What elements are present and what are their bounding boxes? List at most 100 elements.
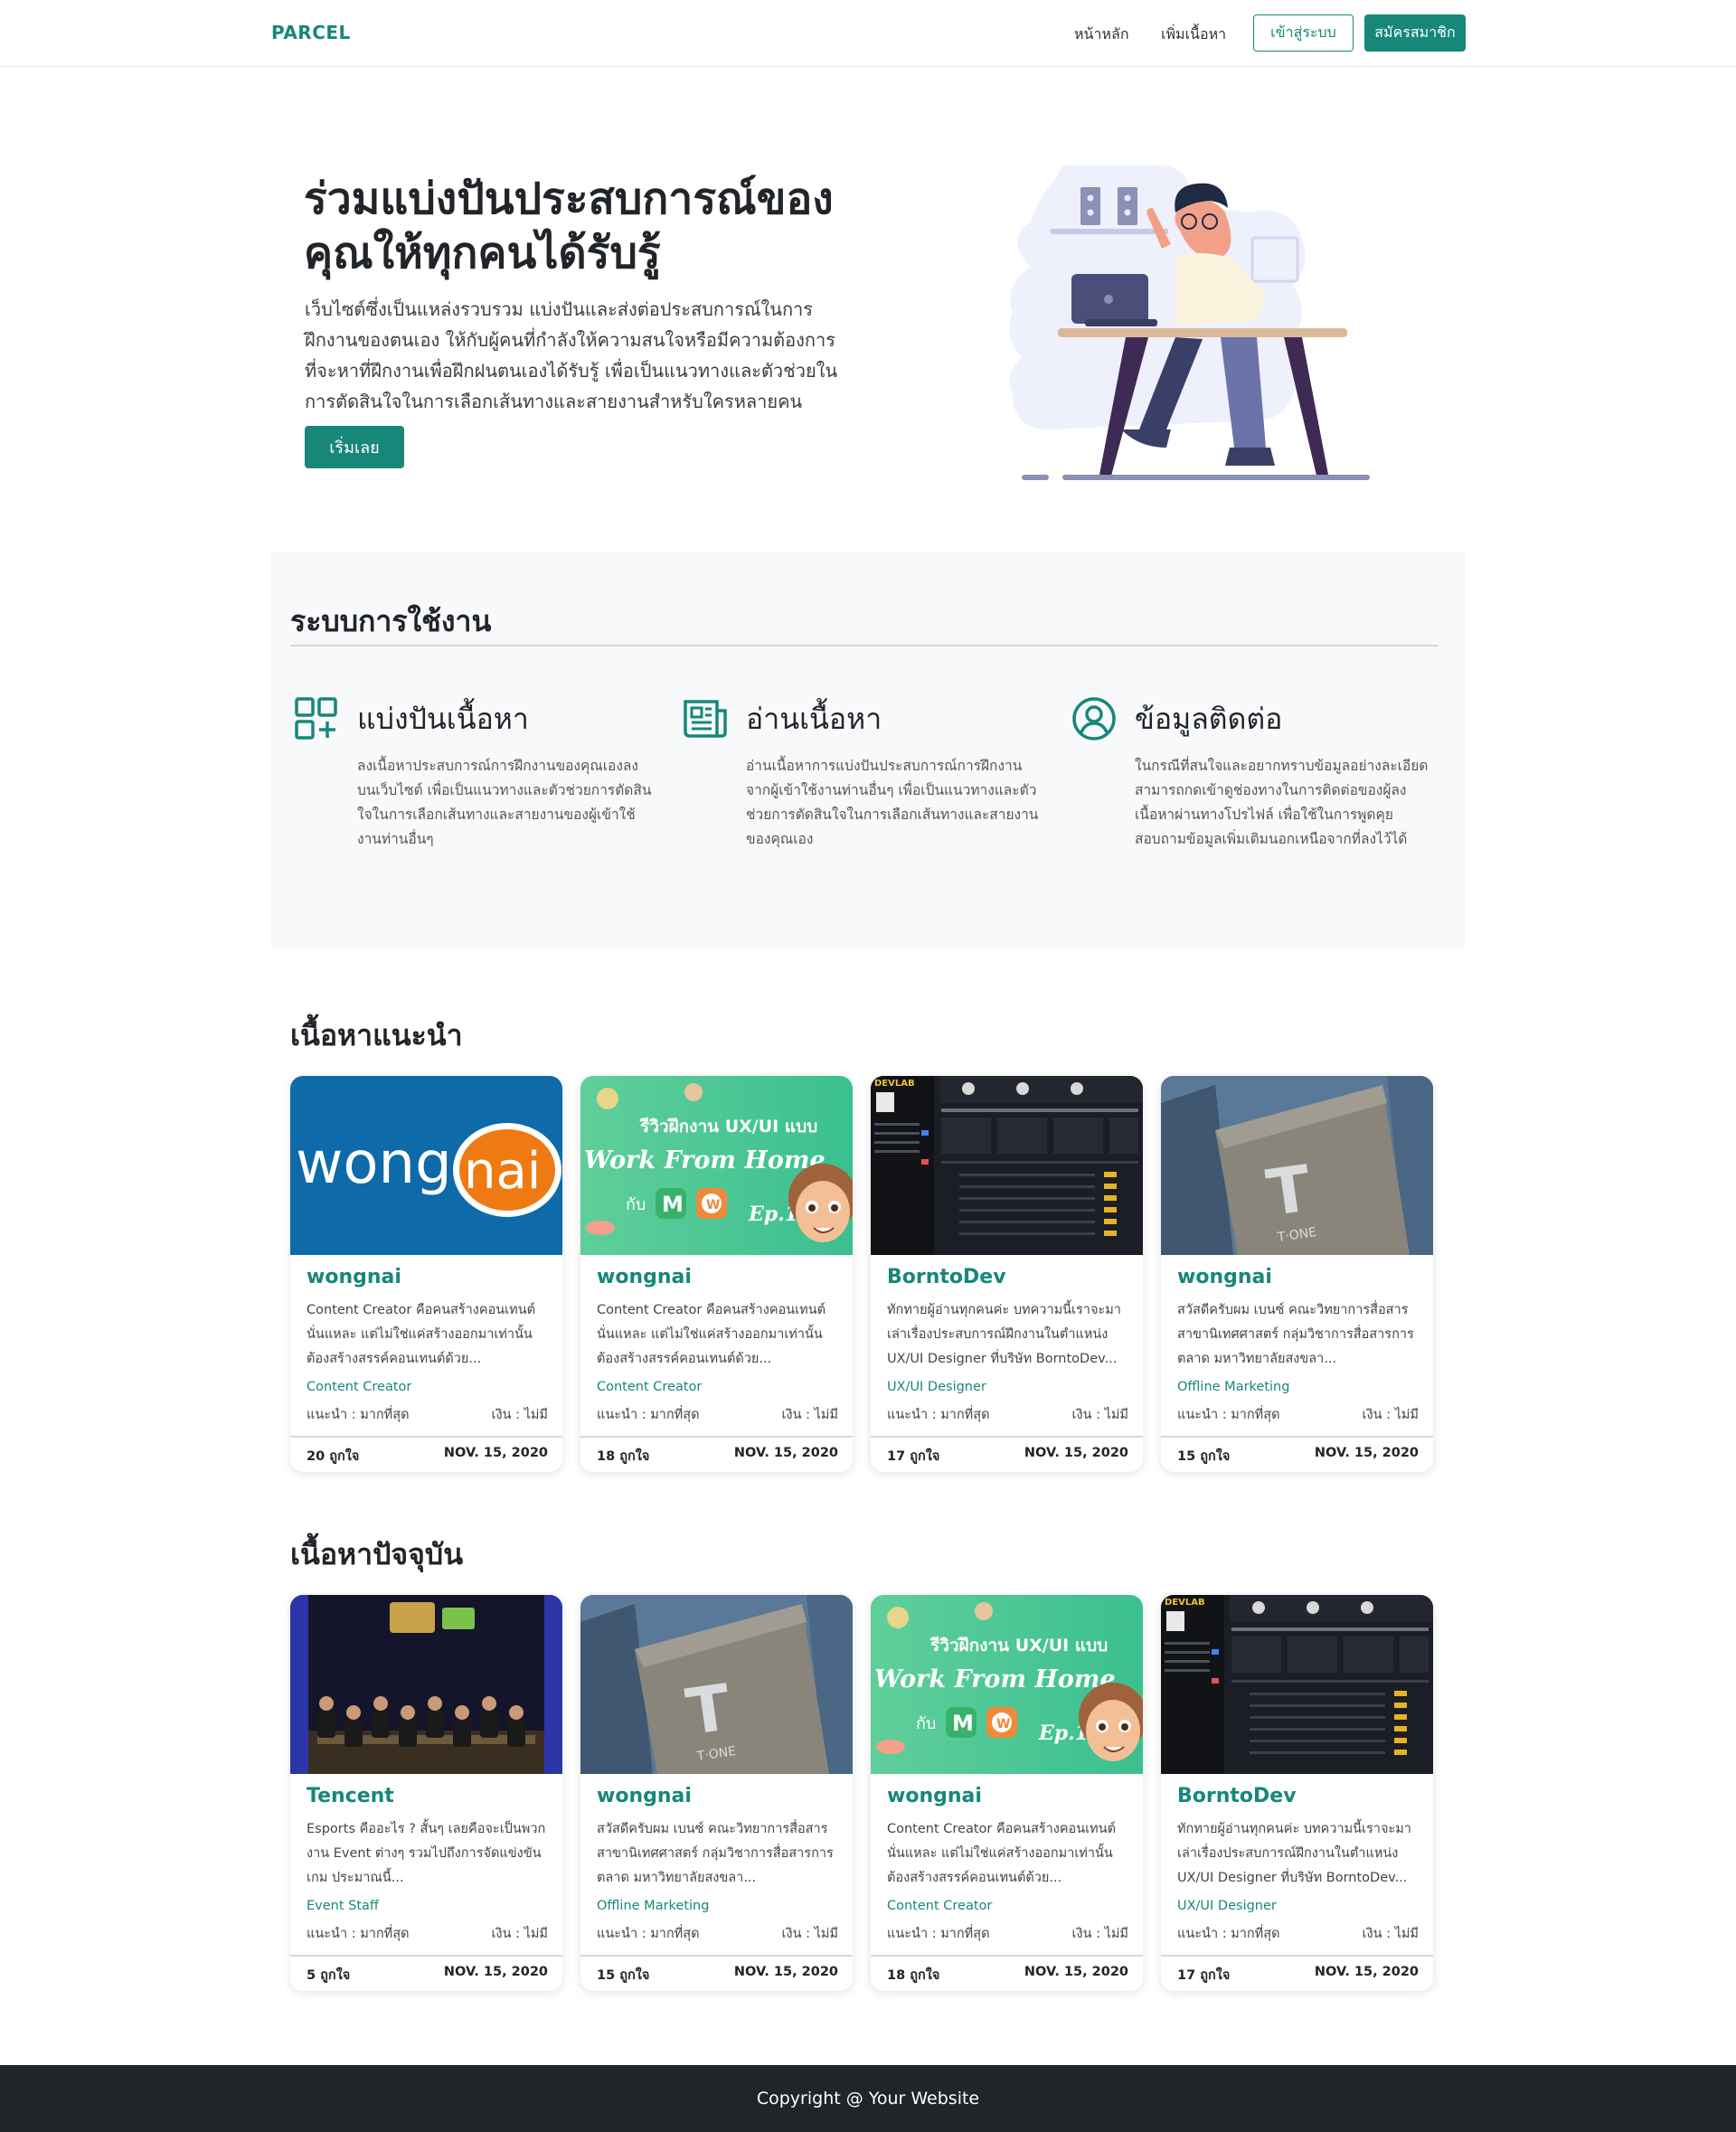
hero-title-line-2: คุณให้ทุกคนได้รับรู้ [304, 228, 661, 278]
svg-text:W: W [996, 1717, 1010, 1731]
feature-description: ลงเนื้อหาประสบการณ์การฝึกงานของคุณเองลงบ… [357, 758, 652, 847]
card-date: NOV. 15, 2020 [1024, 1965, 1128, 1979]
card-date: NOV. 15, 2020 [443, 1965, 548, 1979]
content-card[interactable]: DEVLAB BorntoDev ทักทายผู้อ่านทุกคนค่ะ บ… [871, 1076, 1143, 1472]
svg-text:รีวิวฝึกงาน UX/UI แบบ: รีวิวฝึกงาน UX/UI แบบ [639, 1117, 817, 1137]
content-card[interactable]: DEVLAB BorntoDev ทักทายผู้อ่านทุกคนค่ะ บ… [1161, 1595, 1433, 1991]
nav-link-add-content[interactable]: เพิ่มเนื้อหา [1161, 24, 1226, 46]
wongnai-logo-image: wong nai [290, 1076, 562, 1255]
card-company[interactable]: wongnai [597, 1785, 692, 1807]
card-recommend: แนะนำ : มากที่สุด [307, 1408, 410, 1422]
navbar: PARCEL หน้าหลัก เพิ่มเนื้อหา เข้าสู่ระบบ… [0, 0, 1736, 67]
tone-building-image: T T·ONE [1161, 1076, 1433, 1255]
card-thumbnail[interactable]: รีวิวฝึกงาน UX/UI แบบ Work From Home กับ… [580, 1076, 853, 1255]
start-button[interactable]: เริ่มเลย [305, 426, 404, 468]
card-company[interactable]: wongnai [1177, 1266, 1272, 1288]
card-thumbnail[interactable]: DEVLAB [871, 1076, 1143, 1255]
svg-text:W: W [706, 1198, 720, 1212]
card-company[interactable]: Tencent [307, 1785, 394, 1807]
card-salary: เงิน : ไม่มี [781, 1927, 838, 1941]
card-likes[interactable]: 18 ถูกใจ [887, 1965, 939, 1986]
card-date: NOV. 15, 2020 [733, 1446, 838, 1460]
card-thumbnail[interactable]: wong nai [290, 1076, 562, 1255]
card-description: ทักทายผู้อ่านทุกคนค่ะ บทความนี้เราจะมาเล… [887, 1303, 1121, 1366]
hero-illustration [1009, 165, 1370, 480]
card-date: NOV. 15, 2020 [1314, 1965, 1419, 1979]
svg-text:Work From Home: Work From Home [874, 1665, 1116, 1693]
svg-text:Work From Home: Work From Home [584, 1146, 826, 1174]
tone-building-image: T T·ONE [580, 1595, 853, 1774]
card-position-tag: Event Staff [307, 1899, 379, 1913]
card-thumbnail[interactable]: T T·ONE [1161, 1076, 1433, 1255]
login-button[interactable]: เข้าสู่ระบบ [1253, 14, 1354, 52]
card-recommend: แนะนำ : มากที่สุด [307, 1927, 410, 1941]
features-section: ระบบการใช้งาน แบ่งปันเนื้อหา ลงเนื้อหาปร… [271, 552, 1465, 949]
card-likes[interactable]: 15 ถูกใจ [1177, 1446, 1230, 1467]
card-position-tag: Content Creator [887, 1899, 993, 1913]
devlab-screenshot-image: DEVLAB [871, 1076, 1143, 1255]
hero-description: เว็บไซต์ซึ่งเป็นแหล่งรวบรวม แบ่งปันและส่… [305, 298, 838, 412]
features-divider [290, 645, 1439, 646]
wfh-banner-image: รีวิวฝึกงาน UX/UI แบบ Work From Home กับ… [871, 1595, 1143, 1774]
card-salary: เงิน : ไม่มี [1362, 1927, 1419, 1941]
content-card[interactable]: wong nai wongnai Content Creator คือคนสร… [290, 1076, 562, 1472]
card-position-tag: Offline Marketing [597, 1899, 710, 1913]
card-likes[interactable]: 18 ถูกใจ [597, 1446, 649, 1467]
card-likes[interactable]: 17 ถูกใจ [887, 1446, 939, 1467]
card-footer: 15 ถูกใจ NOV. 15, 2020 [580, 1955, 853, 1991]
nav-link-home[interactable]: หน้าหลัก [1074, 24, 1129, 46]
card-salary: เงิน : ไม่มี [1362, 1408, 1419, 1422]
card-footer: 15 ถูกใจ NOV. 15, 2020 [1161, 1436, 1433, 1472]
newspaper-icon [684, 700, 727, 738]
svg-text:DEVLAB: DEVLAB [874, 1079, 915, 1089]
card-footer: 18 ถูกใจ NOV. 15, 2020 [871, 1955, 1143, 1991]
content-card[interactable]: รีวิวฝึกงาน UX/UI แบบ Work From Home กับ… [871, 1595, 1143, 1991]
card-thumbnail[interactable] [290, 1595, 562, 1774]
brand-logo[interactable]: PARCEL [271, 22, 351, 43]
card-thumbnail[interactable]: รีวิวฝึกงาน UX/UI แบบ Work From Home กับ… [871, 1595, 1143, 1774]
card-date: NOV. 15, 2020 [733, 1965, 838, 1979]
card-likes[interactable]: 20 ถูกใจ [307, 1446, 359, 1467]
card-likes[interactable]: 5 ถูกใจ [307, 1965, 350, 1986]
card-company[interactable]: wongnai [887, 1785, 982, 1807]
card-salary: เงิน : ไม่มี [1071, 1408, 1128, 1422]
card-salary: เงิน : ไม่มี [781, 1408, 838, 1422]
content-card[interactable]: T T·ONE wongnai สวัสดีครับผม เบนซ์ คณะวิ… [580, 1595, 853, 1991]
card-description: ทักทายผู้อ่านทุกคนค่ะ บทความนี้เราจะมาเล… [1177, 1822, 1411, 1885]
feature-description: อ่านเนื้อหาการแบ่งปันประสบการณ์การฝึกงาน… [746, 758, 1039, 847]
card-position-tag: Content Creator [597, 1380, 703, 1394]
user-circle-icon [1072, 697, 1116, 741]
hero-title-line-1: ร่วมแบ่งปันประสบการณ์ของ [304, 174, 834, 224]
feature-title: ข้อมูลติดต่อ [1135, 702, 1283, 736]
content-card[interactable]: รีวิวฝึกงาน UX/UI แบบ Work From Home กับ… [580, 1076, 853, 1472]
svg-text:กับ: กับ [626, 1195, 646, 1214]
card-position-tag: Offline Marketing [1177, 1380, 1290, 1394]
card-company[interactable]: BorntoDev [887, 1266, 1006, 1288]
svg-text:รีวิวฝึกงาน UX/UI แบบ: รีวิวฝึกงาน UX/UI แบบ [929, 1636, 1108, 1656]
card-thumbnail[interactable]: DEVLAB [1161, 1595, 1433, 1774]
svg-text:DEVLAB: DEVLAB [1165, 1598, 1205, 1608]
card-likes[interactable]: 17 ถูกใจ [1177, 1965, 1230, 1986]
card-description: Esports คืออะไร ? สั้นๆ เลยคือจะเป็นพวกง… [307, 1822, 546, 1885]
card-footer: 18 ถูกใจ NOV. 15, 2020 [580, 1436, 853, 1472]
content-card[interactable]: T T·ONE wongnai สวัสดีครับผม เบนซ์ คณะวิ… [1161, 1076, 1433, 1472]
card-description: Content Creator คือคนสร้างคอนเทนต์นั่นแห… [887, 1822, 1117, 1885]
recommended-title: เนื้อหาแนะนำ [290, 1018, 463, 1052]
card-description: สวัสดีครับผม เบนซ์ คณะวิทยาการสื่อสาร สา… [597, 1822, 834, 1885]
card-description: Content Creator คือคนสร้างคอนเทนต์นั่นแห… [307, 1303, 536, 1366]
card-recommend: แนะนำ : มากที่สุด [887, 1408, 990, 1422]
card-position-tag: UX/UI Designer [1177, 1899, 1277, 1913]
hero-title: ร่วมแบ่งปันประสบการณ์ของ คุณให้ทุกคนได้ร… [304, 172, 864, 280]
card-position-tag: UX/UI Designer [887, 1380, 986, 1394]
card-salary: เงิน : ไม่มี [491, 1408, 548, 1422]
card-company[interactable]: BorntoDev [1177, 1785, 1297, 1807]
card-description: Content Creator คือคนสร้างคอนเทนต์นั่นแห… [597, 1303, 826, 1366]
card-company[interactable]: wongnai [597, 1266, 692, 1288]
card-likes[interactable]: 15 ถูกใจ [597, 1965, 649, 1986]
register-button[interactable]: สมัครสมาชิก [1364, 14, 1466, 52]
card-thumbnail[interactable]: T T·ONE [580, 1595, 853, 1774]
card-date: NOV. 15, 2020 [1024, 1446, 1128, 1460]
current-title: เนื้อหาปัจจุบัน [290, 1537, 464, 1571]
card-company[interactable]: wongnai [307, 1266, 401, 1288]
content-card[interactable]: Tencent Esports คืออะไร ? สั้นๆ เลยคือจะ… [290, 1595, 562, 1991]
